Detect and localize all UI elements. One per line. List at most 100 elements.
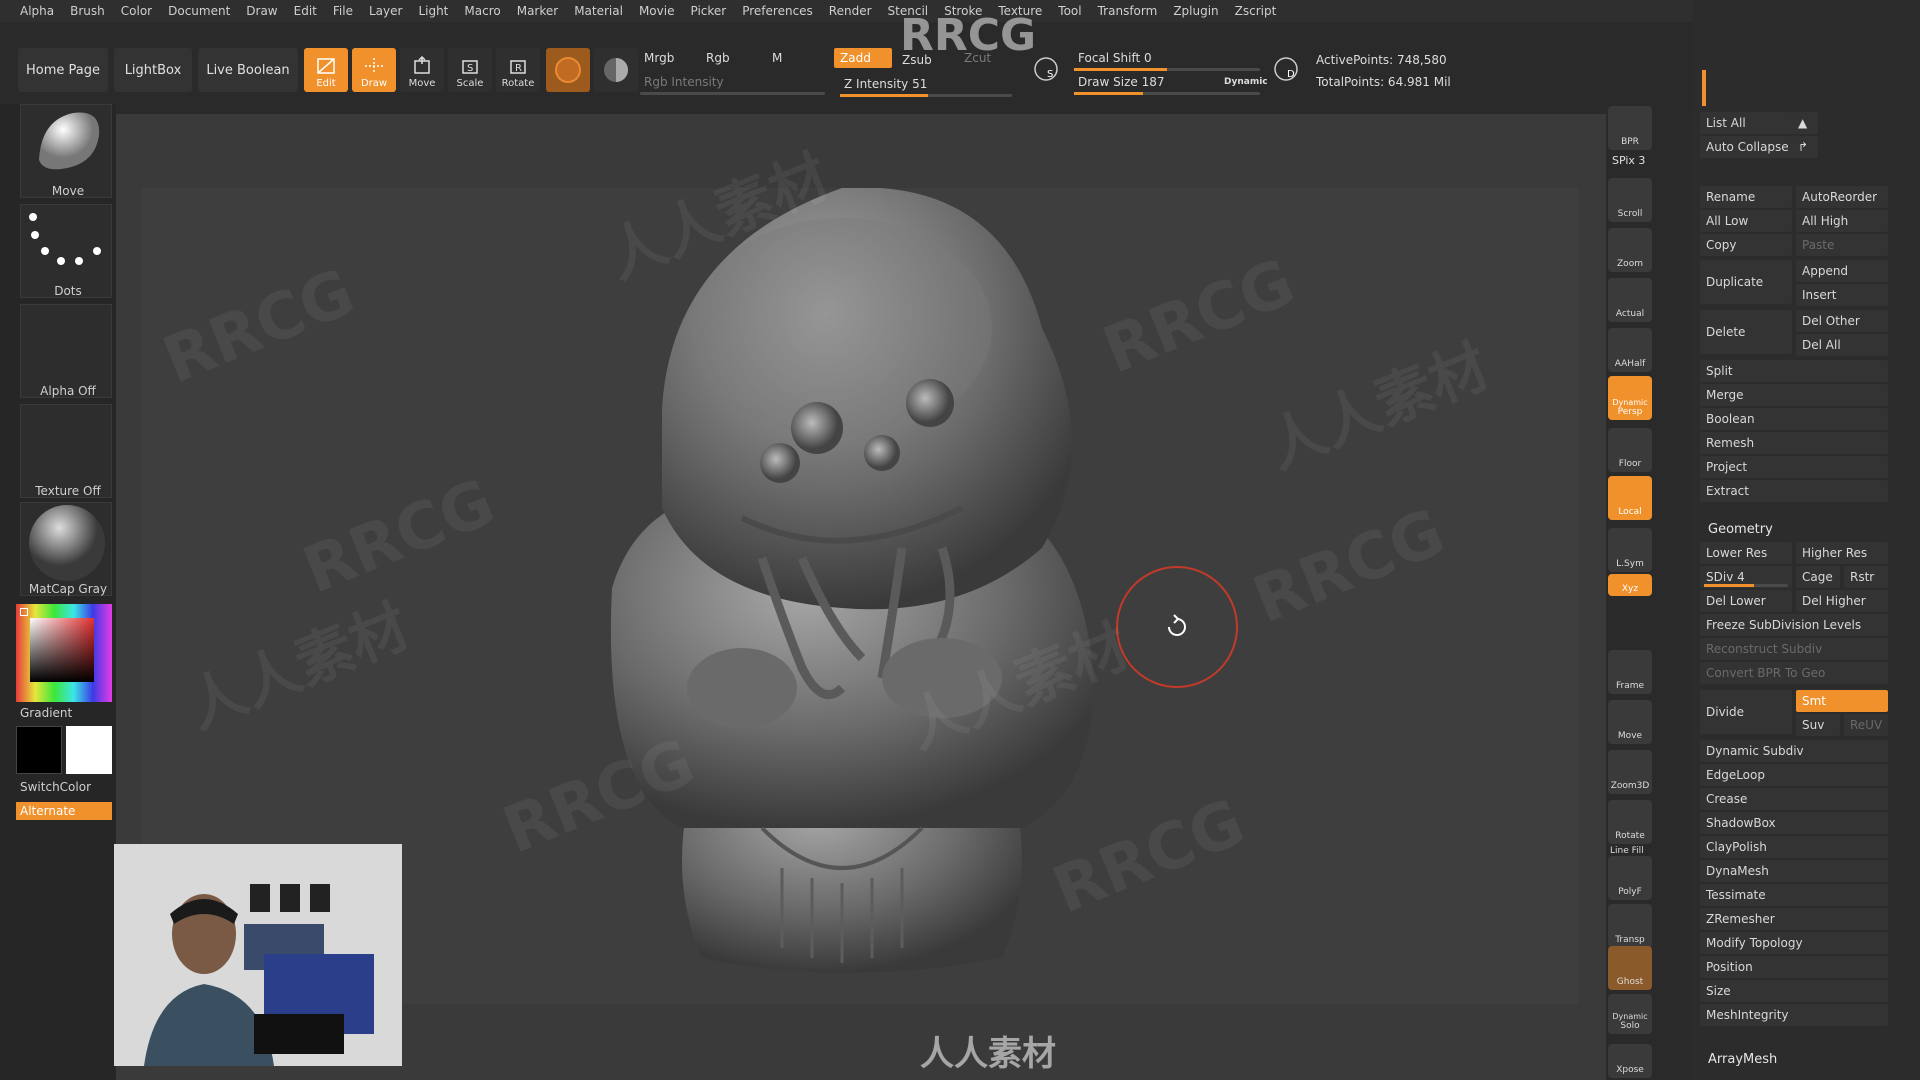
convert-bpr-button[interactable]: Convert BPR To Geo xyxy=(1700,662,1888,684)
del-lower-button[interactable]: Del Lower xyxy=(1700,590,1792,612)
rotate-view-button[interactable]: Rotate xyxy=(1608,800,1652,844)
list-all-button[interactable]: List All xyxy=(1700,112,1792,134)
duplicate-button[interactable]: Duplicate xyxy=(1700,260,1792,304)
menu-document[interactable]: Document xyxy=(160,0,238,22)
menu-picker[interactable]: Picker xyxy=(682,0,734,22)
floor-button[interactable]: Floor xyxy=(1608,428,1652,472)
all-low-button[interactable]: All Low xyxy=(1700,210,1792,232)
boolean-menu[interactable]: Boolean xyxy=(1700,408,1888,430)
menu-zscript[interactable]: Zscript xyxy=(1227,0,1285,22)
zadd-toggle[interactable]: Zadd xyxy=(834,48,892,68)
local-button[interactable]: Local xyxy=(1608,476,1652,520)
modify-topology-menu[interactable]: Modify Topology xyxy=(1700,932,1888,954)
autoreorder-button[interactable]: AutoReorder xyxy=(1796,186,1888,208)
suv-toggle[interactable]: Suv xyxy=(1796,714,1840,736)
alternate-toggle[interactable]: Alternate xyxy=(16,802,112,820)
edgeloop-menu[interactable]: EdgeLoop xyxy=(1700,764,1888,786)
auto-collapse-button[interactable]: Auto Collapse xyxy=(1700,136,1792,158)
arrow-up-icon[interactable]: ▲ xyxy=(1792,112,1818,134)
main-color-swatch[interactable] xyxy=(66,726,112,774)
insert-button[interactable]: Insert xyxy=(1796,284,1888,306)
lsym-button[interactable]: L.Sym xyxy=(1608,528,1652,572)
color-picker[interactable] xyxy=(16,604,112,702)
palette-scroll-indicator[interactable] xyxy=(1702,70,1706,106)
color-sphere-button[interactable] xyxy=(594,48,638,92)
move-view-button[interactable]: Move xyxy=(1608,700,1652,744)
dynamic-subdiv-menu[interactable]: Dynamic Subdiv xyxy=(1700,740,1888,762)
color-picker-handle[interactable] xyxy=(20,608,28,616)
meshintegrity-menu[interactable]: MeshIntegrity xyxy=(1700,1004,1888,1026)
project-menu[interactable]: Project xyxy=(1700,456,1888,478)
move-mode-button[interactable]: Move xyxy=(400,48,444,92)
rgb-intensity-slider[interactable]: Rgb Intensity xyxy=(638,72,828,92)
cage-button[interactable]: Cage xyxy=(1796,566,1840,588)
rgb-intensity-track[interactable] xyxy=(640,92,825,95)
sdiv-track[interactable] xyxy=(1704,584,1788,587)
polyf-button[interactable]: PolyF xyxy=(1608,856,1652,900)
delete-button[interactable]: Delete xyxy=(1700,310,1792,354)
lazy-mouse-d-button[interactable]: D xyxy=(1270,52,1302,88)
claypolish-menu[interactable]: ClayPolish xyxy=(1700,836,1888,858)
spix-slider[interactable]: SPix 3 xyxy=(1612,154,1645,167)
bpr-render-button[interactable]: BPR xyxy=(1608,106,1652,150)
actual-button[interactable]: Actual xyxy=(1608,278,1652,322)
xyz-button[interactable]: Xyz xyxy=(1608,574,1652,596)
menu-render[interactable]: Render xyxy=(821,0,880,22)
del-all-button[interactable]: Del All xyxy=(1796,334,1888,356)
menu-file[interactable]: File xyxy=(325,0,361,22)
material-sphere-button[interactable] xyxy=(546,48,590,92)
split-menu[interactable]: Split xyxy=(1700,360,1888,382)
menu-stencil[interactable]: Stencil xyxy=(880,0,937,22)
transp-button[interactable]: Transp xyxy=(1608,904,1652,948)
menu-brush[interactable]: Brush xyxy=(62,0,113,22)
remesh-menu[interactable]: Remesh xyxy=(1700,432,1888,454)
focal-shift-slider[interactable]: Focal Shift 0 xyxy=(1072,48,1262,68)
merge-menu[interactable]: Merge xyxy=(1700,384,1888,406)
menu-texture[interactable]: Texture xyxy=(990,0,1050,22)
del-other-button[interactable]: Del Other xyxy=(1796,310,1888,332)
rgb-toggle[interactable]: Rgb xyxy=(700,48,752,68)
smt-toggle[interactable]: Smt xyxy=(1796,690,1888,712)
freeze-subdiv-button[interactable]: Freeze SubDivision Levels xyxy=(1700,614,1888,636)
switch-color-button[interactable]: SwitchColor xyxy=(20,780,91,794)
rotate-mode-button[interactable]: R Rotate xyxy=(496,48,540,92)
xpose-button[interactable]: Xpose xyxy=(1608,1044,1652,1078)
menu-draw[interactable]: Draw xyxy=(238,0,285,22)
m-toggle[interactable]: M xyxy=(766,48,796,68)
menu-light[interactable]: Light xyxy=(410,0,456,22)
menu-color[interactable]: Color xyxy=(113,0,160,22)
tessimate-menu[interactable]: Tessimate xyxy=(1700,884,1888,906)
paste-button[interactable]: Paste xyxy=(1796,234,1888,256)
aahalf-button[interactable]: AAHalf xyxy=(1608,328,1652,372)
ghost-button[interactable]: Ghost xyxy=(1608,946,1652,990)
scale-mode-button[interactable]: S Scale xyxy=(448,48,492,92)
menu-preferences[interactable]: Preferences xyxy=(734,0,821,22)
menu-transform[interactable]: Transform xyxy=(1090,0,1166,22)
home-page-button[interactable]: Home Page xyxy=(18,48,108,92)
menu-alpha[interactable]: Alpha xyxy=(12,0,62,22)
lower-res-button[interactable]: Lower Res xyxy=(1700,542,1792,564)
lightbox-button[interactable]: LightBox xyxy=(114,48,192,92)
reconstruct-subdiv-button[interactable]: Reconstruct Subdiv xyxy=(1700,638,1888,660)
zremesher-menu[interactable]: ZRemesher xyxy=(1700,908,1888,930)
zsub-toggle[interactable]: Zsub xyxy=(896,50,944,70)
geometry-section-header[interactable]: Geometry xyxy=(1708,522,1773,537)
focal-shift-track[interactable] xyxy=(1074,68,1260,71)
higher-res-button[interactable]: Higher Res xyxy=(1796,542,1888,564)
menu-layer[interactable]: Layer xyxy=(361,0,410,22)
reuv-toggle[interactable]: ReUV xyxy=(1844,714,1888,736)
live-boolean-button[interactable]: Live Boolean xyxy=(198,48,298,92)
append-button[interactable]: Append xyxy=(1796,260,1888,282)
extract-menu[interactable]: Extract xyxy=(1700,480,1888,502)
mrgb-toggle[interactable]: Mrgb xyxy=(638,48,694,68)
z-intensity-track[interactable] xyxy=(840,94,1012,97)
draw-mode-button[interactable]: Draw xyxy=(352,48,396,92)
size-menu[interactable]: Size xyxy=(1700,980,1888,1002)
scroll-button[interactable]: Scroll xyxy=(1608,178,1652,222)
solo-button[interactable]: Dynamic Solo xyxy=(1608,994,1652,1034)
zcut-toggle[interactable]: Zcut xyxy=(958,48,1002,68)
lazy-mouse-s-button[interactable]: S xyxy=(1030,52,1062,88)
dynamesh-menu[interactable]: DynaMesh xyxy=(1700,860,1888,882)
shadowbox-menu[interactable]: ShadowBox xyxy=(1700,812,1888,834)
copy-button[interactable]: Copy xyxy=(1700,234,1792,256)
